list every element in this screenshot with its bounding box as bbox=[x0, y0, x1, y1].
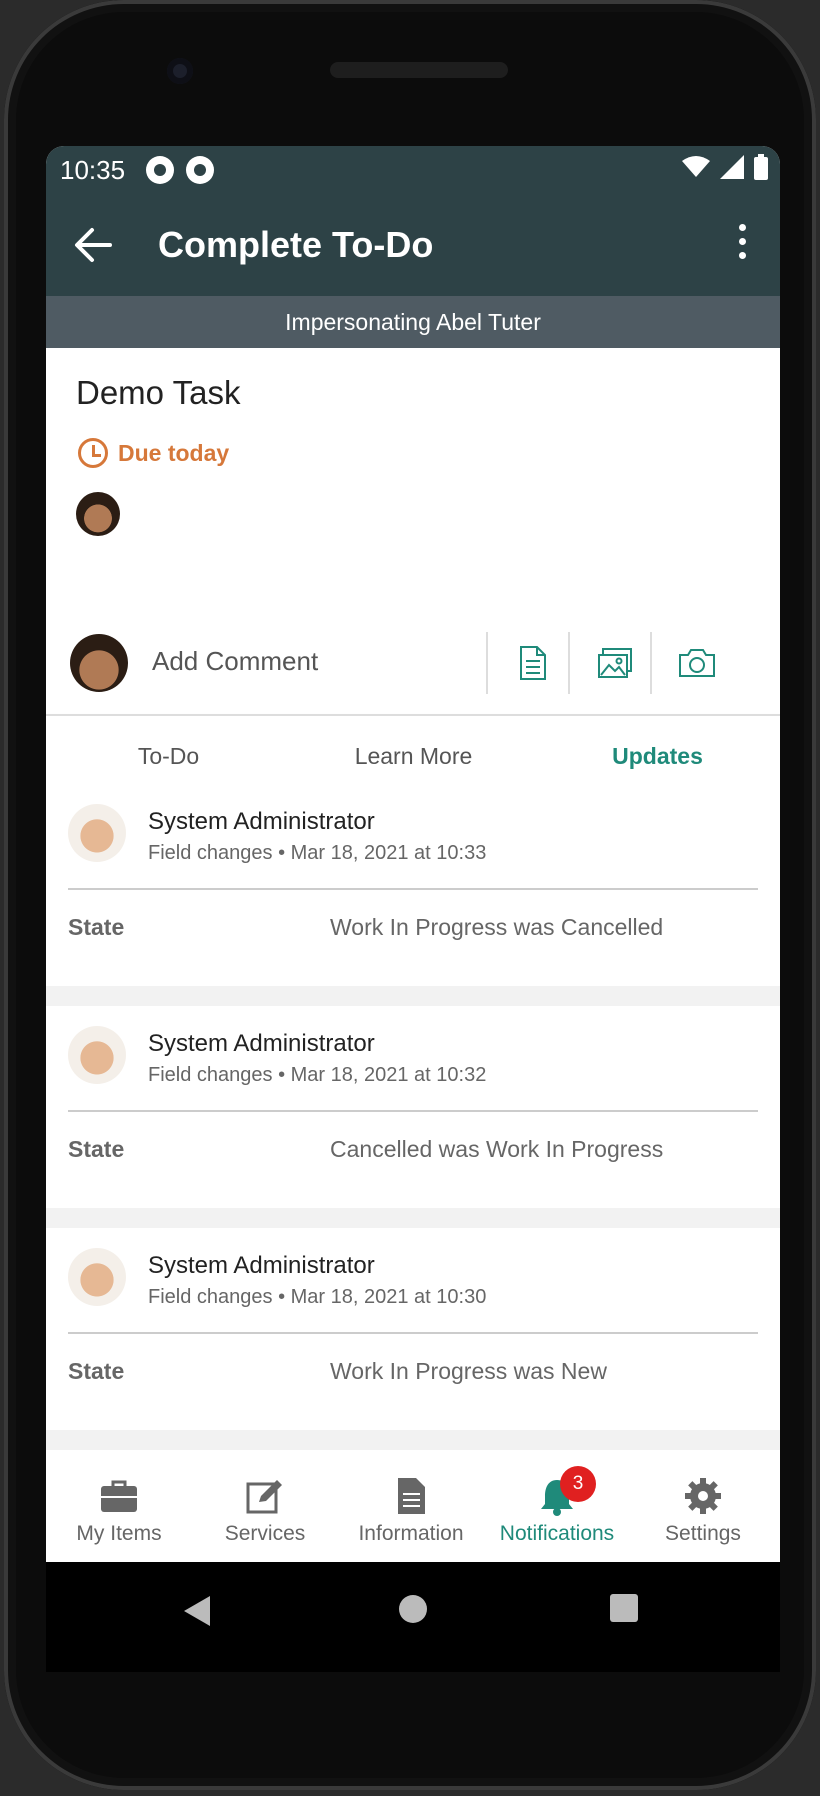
author-avatar bbox=[68, 1248, 126, 1306]
signal-icon bbox=[720, 155, 744, 179]
document-icon bbox=[520, 646, 546, 680]
wifi-icon bbox=[682, 156, 710, 177]
attach-document-button[interactable] bbox=[486, 632, 578, 694]
update-field-label: State bbox=[68, 1358, 125, 1384]
more-vert-icon-dot bbox=[738, 252, 746, 259]
nav-my-items[interactable]: My Items bbox=[46, 1456, 192, 1562]
update-card: System Administrator Field changes • Mar… bbox=[46, 784, 780, 986]
overflow-menu-button[interactable] bbox=[734, 224, 750, 264]
system-recents-icon[interactable] bbox=[610, 1594, 638, 1622]
system-navigation-bar bbox=[46, 1562, 780, 1672]
update-author: System Administrator bbox=[148, 1030, 375, 1057]
nav-label: Information bbox=[358, 1522, 464, 1545]
nav-services[interactable]: Services bbox=[192, 1456, 338, 1562]
update-field-value: Work In Progress was Cancelled bbox=[330, 914, 664, 940]
update-field-value: Work In Progress was New bbox=[330, 1358, 607, 1384]
system-home-icon[interactable] bbox=[398, 1594, 428, 1624]
status-time: 10:35 bbox=[60, 155, 126, 185]
image-icon bbox=[598, 648, 632, 678]
more-vert-icon bbox=[738, 224, 746, 231]
due-label: Due today bbox=[118, 439, 230, 466]
author-avatar bbox=[68, 804, 126, 862]
system-back-icon[interactable] bbox=[182, 1594, 212, 1628]
task-title: Demo Task bbox=[76, 374, 241, 411]
earpiece-speaker bbox=[330, 62, 508, 78]
nav-settings[interactable]: Settings bbox=[630, 1456, 776, 1562]
gear-icon bbox=[685, 1478, 721, 1514]
divider bbox=[68, 1110, 758, 1112]
front-camera bbox=[167, 58, 193, 84]
update-field-label: State bbox=[68, 1136, 125, 1162]
nav-label: Services bbox=[224, 1522, 306, 1545]
due-date: Due today bbox=[78, 438, 229, 468]
update-meta: Field changes • Mar 18, 2021 at 10:33 bbox=[148, 842, 487, 864]
attach-image-button[interactable] bbox=[568, 632, 660, 694]
nav-label: Settings bbox=[665, 1522, 741, 1545]
briefcase-icon bbox=[101, 1480, 137, 1512]
edit-icon bbox=[246, 1480, 282, 1514]
back-button[interactable] bbox=[70, 222, 116, 268]
nav-information[interactable]: Information bbox=[338, 1456, 484, 1562]
arrow-left-icon bbox=[75, 228, 112, 262]
battery-icon bbox=[754, 154, 768, 180]
nav-notifications[interactable]: 3 Notifications bbox=[484, 1456, 630, 1562]
status-notification-icons bbox=[146, 156, 214, 184]
app-bar: Complete To-Do bbox=[46, 194, 780, 296]
add-comment-input[interactable]: Add Comment bbox=[152, 646, 318, 677]
current-user-avatar bbox=[70, 634, 128, 692]
notification-badge: 3 bbox=[560, 1466, 596, 1502]
update-field-label: State bbox=[68, 914, 125, 940]
document-icon bbox=[398, 1478, 425, 1514]
update-author: System Administrator bbox=[148, 808, 375, 835]
app-screen: 10:35 Complete To-Do Impersonating Abel … bbox=[46, 146, 780, 1562]
more-vert-icon-dot bbox=[738, 238, 746, 245]
author-avatar bbox=[68, 1026, 126, 1084]
bottom-navigation: My Items Services Information 3 Notifica… bbox=[46, 1456, 780, 1562]
update-meta: Field changes • Mar 18, 2021 at 10:30 bbox=[148, 1286, 487, 1308]
clock-icon bbox=[78, 438, 108, 468]
camera-icon bbox=[679, 649, 715, 677]
update-card: System Administrator Field changes • Mar… bbox=[46, 1228, 780, 1430]
assignee-avatar[interactable] bbox=[76, 492, 120, 536]
update-card: System Administrator Field changes • Mar… bbox=[46, 1006, 780, 1208]
update-meta: Field changes • Mar 18, 2021 at 10:32 bbox=[148, 1064, 487, 1086]
notification-app-icon-2 bbox=[186, 156, 214, 184]
divider bbox=[68, 888, 758, 890]
status-system-icons bbox=[682, 154, 768, 180]
nav-label: My Items bbox=[76, 1522, 162, 1545]
update-author: System Administrator bbox=[148, 1252, 375, 1279]
impersonation-banner: Impersonating Abel Tuter bbox=[46, 296, 780, 348]
divider bbox=[68, 1332, 758, 1334]
take-photo-button[interactable] bbox=[650, 632, 742, 694]
add-comment-bar: Add Comment bbox=[46, 614, 780, 712]
nav-label: Notifications bbox=[499, 1522, 615, 1545]
notification-app-icon bbox=[146, 156, 174, 184]
page-title: Complete To-Do bbox=[158, 224, 434, 265]
status-bar: 10:35 bbox=[46, 146, 780, 194]
update-field-value: Cancelled was Work In Progress bbox=[330, 1136, 664, 1162]
